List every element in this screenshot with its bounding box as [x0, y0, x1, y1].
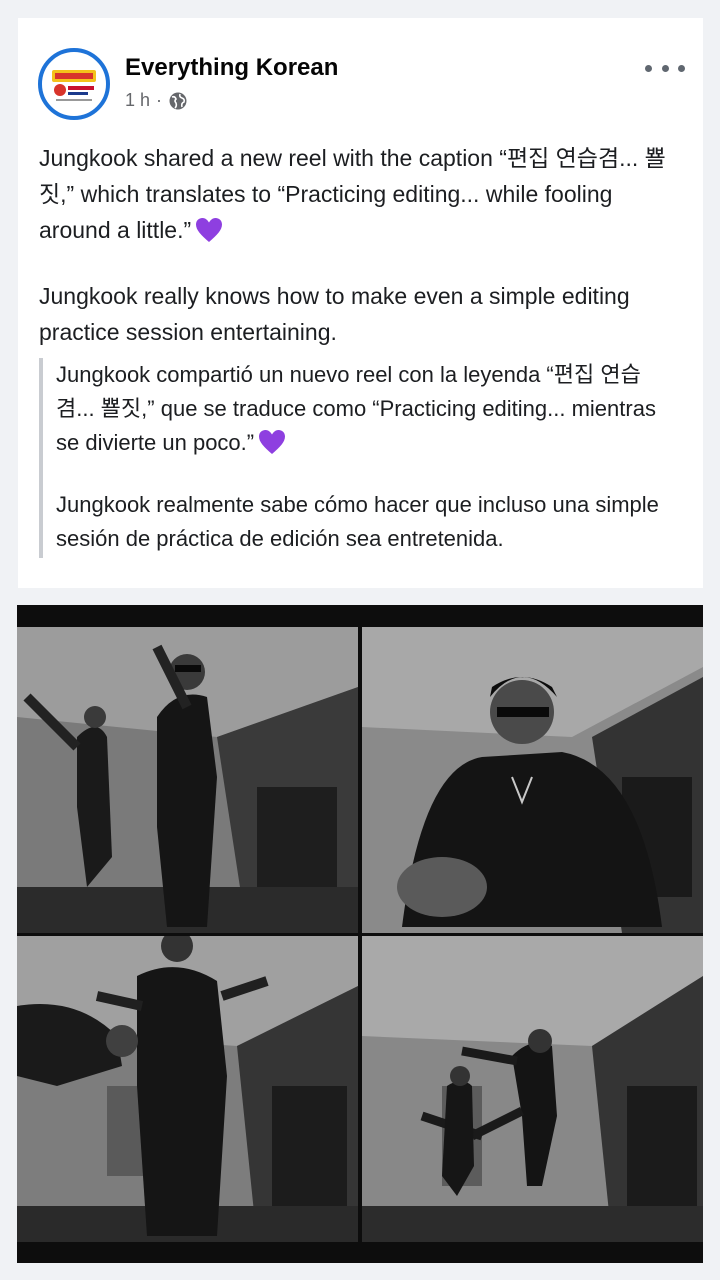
translation-block: Jungkook compartió un nuevo reel con la … [39, 358, 679, 558]
collage-panel [17, 627, 358, 933]
post-paragraph: Jungkook really knows how to make even a… [39, 283, 630, 345]
post-card: Everything Korean 1 h · Jungkook shared … [18, 18, 703, 588]
purple-heart-icon [196, 218, 223, 242]
purple-heart-icon [259, 430, 286, 454]
page-name[interactable]: Everything Korean [125, 54, 338, 82]
post-paragraph: Jungkook shared a new reel with the capt… [39, 145, 666, 243]
more-options-button[interactable] [645, 58, 685, 78]
globe-icon [169, 92, 187, 109]
more-dot-icon [661, 64, 669, 72]
photo-scene [17, 627, 358, 933]
photo-scene [17, 936, 358, 1242]
collage-panel [362, 627, 703, 933]
photo-scene [362, 936, 703, 1242]
post-meta: 1 h · [125, 90, 188, 111]
post-photo[interactable] [17, 605, 703, 1263]
translation-paragraph: Jungkook compartió un nuevo reel con la … [56, 362, 656, 455]
everything-korean-logo-icon [52, 70, 96, 101]
photo-scene [362, 627, 703, 933]
post-time[interactable]: 1 h [125, 90, 150, 111]
collage-panel [362, 936, 703, 1242]
post-body: Jungkook shared a new reel with the capt… [39, 140, 679, 350]
meta-separator: · [156, 90, 163, 110]
page-avatar[interactable] [38, 48, 110, 120]
more-dot-icon [645, 64, 652, 72]
more-dot-icon [678, 64, 685, 72]
collage-panel [17, 936, 358, 1242]
translation-paragraph: Jungkook realmente sabe cómo hacer que i… [56, 492, 659, 551]
